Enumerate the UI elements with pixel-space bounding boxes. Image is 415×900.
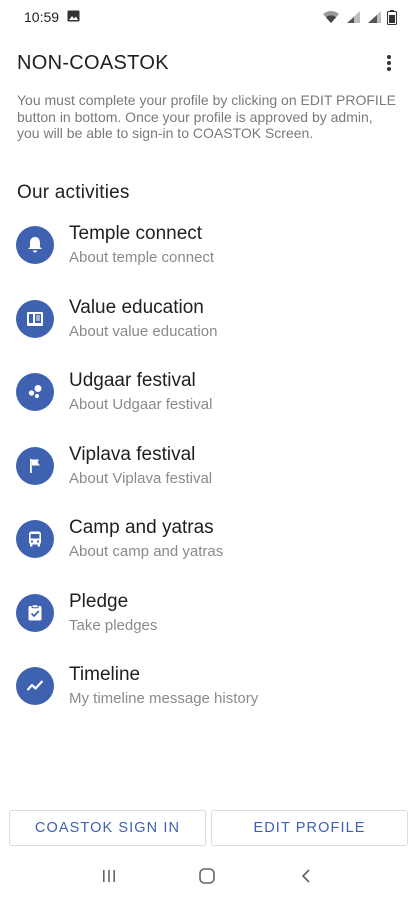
trending-icon (16, 667, 54, 705)
activity-subtitle: About Udgaar festival (69, 396, 213, 413)
activity-subtitle: Take pledges (69, 616, 158, 634)
recents-icon[interactable] (89, 856, 129, 896)
signal-icon (345, 10, 361, 24)
section-title: Our activities (17, 182, 130, 203)
activity-title: Viplava festival (69, 443, 196, 465)
activity-item-temple-connect[interactable]: Temple connect About temple connect (0, 218, 415, 292)
activity-title: Udgaar festival (69, 370, 196, 391)
activity-item-value-education[interactable]: Value education About value education (0, 292, 415, 366)
activity-item-viplava-festival[interactable]: Viplava festival About Viplava festival (0, 439, 415, 513)
activity-title: Temple connect (69, 223, 203, 244)
activity-item-camp-and-yatras[interactable]: Camp and yatras About camp and yatras (0, 512, 415, 586)
battery-icon (387, 9, 397, 25)
activity-title: Pledge (69, 590, 129, 612)
edit-profile-button[interactable]: EDIT PROFILE (211, 810, 408, 846)
activity-subtitle: About Viplava festival (69, 469, 213, 487)
signal-icon (366, 10, 382, 24)
activity-item-timeline[interactable]: Timeline My timeline message history (0, 659, 415, 733)
status-time: 10:59 (24, 9, 60, 25)
activity-subtitle: About value education (69, 322, 218, 340)
system-nav-bar (0, 852, 415, 900)
activity-title: Value education (69, 296, 204, 318)
app-bar: NON-COASTOK (0, 44, 415, 82)
activity-subtitle: My timeline message history (69, 690, 259, 707)
activity-title: Camp and yatras (69, 517, 214, 538)
bell-icon (16, 226, 54, 264)
activity-subtitle: About camp and yatras (69, 543, 224, 560)
page-title: NON-COASTOK (17, 51, 169, 74)
activity-item-pledge[interactable]: Pledge Take pledges (0, 586, 415, 660)
book-icon (16, 299, 54, 338)
profile-notice: You must complete your profile by clicki… (17, 92, 396, 141)
status-right (322, 9, 397, 25)
screen: 10:59 NON-COASTOK You must complete your… (0, 0, 415, 900)
home-icon[interactable] (187, 856, 227, 896)
activity-title: Timeline (69, 664, 141, 685)
coastok-sign-in-button[interactable]: COASTOK SIGN IN (9, 810, 206, 846)
bubbles-icon (16, 373, 54, 411)
bus-icon (16, 520, 54, 558)
status-left: 10:59 (24, 9, 80, 25)
bottom-buttons: COASTOK SIGN IN EDIT PROFILE (9, 810, 408, 846)
activity-item-udgaar-festival[interactable]: Udgaar festival About Udgaar festival (0, 365, 415, 439)
back-icon[interactable] (286, 856, 326, 896)
image-icon (67, 9, 80, 25)
activity-list: Temple connect About temple connect Valu… (0, 218, 415, 733)
status-bar: 10:59 (0, 0, 415, 34)
more-vert-icon[interactable] (377, 48, 401, 78)
activity-subtitle: About temple connect (69, 249, 215, 266)
wifi-icon (322, 10, 340, 24)
clipboard-check-icon (16, 593, 54, 632)
flag-icon (16, 446, 54, 485)
